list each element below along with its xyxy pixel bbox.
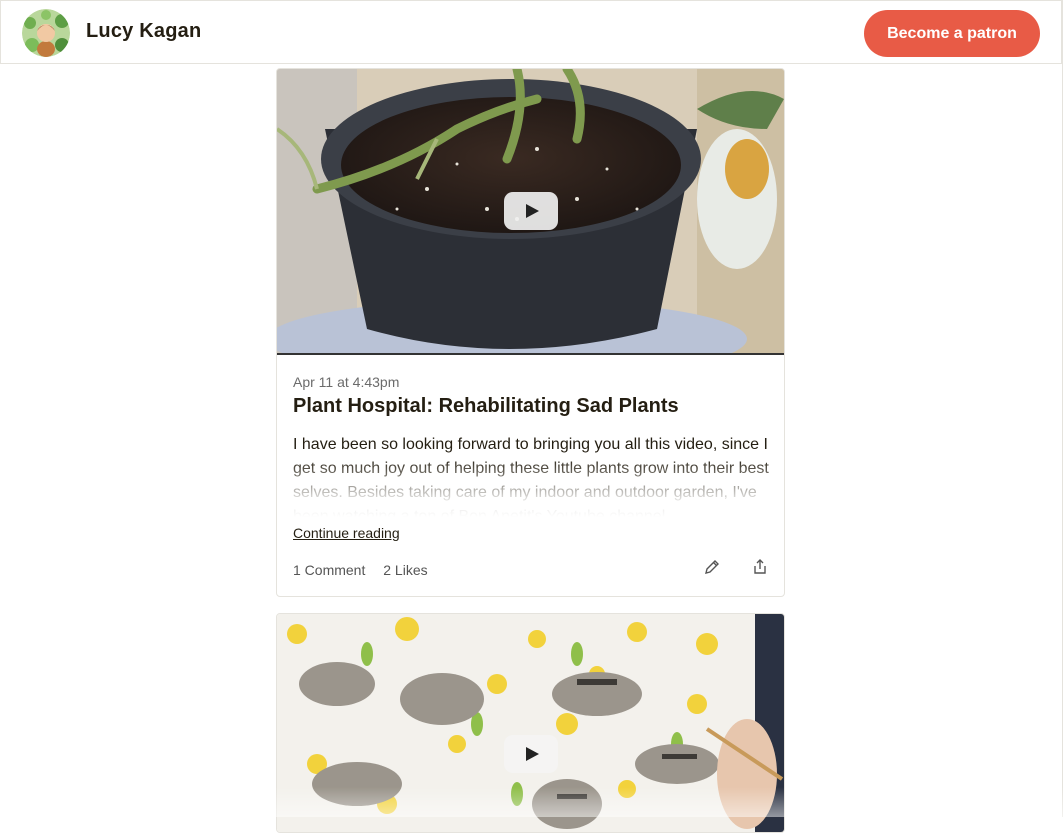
comments-count-link[interactable]: 1 Comment: [293, 562, 365, 578]
creator-avatar[interactable]: [22, 9, 70, 57]
post-video-thumbnail[interactable]: [277, 69, 784, 355]
post-excerpt: I have been so looking forward to bringi…: [293, 433, 771, 517]
post-title[interactable]: Plant Hospital: Rehabilitating Sad Plant…: [293, 395, 679, 418]
post-card: Apr 11 at 4:43pm Plant Hospital: Rehabil…: [276, 68, 785, 597]
play-icon[interactable]: [504, 735, 558, 773]
creator-name[interactable]: Lucy Kagan: [86, 20, 201, 43]
share-icon[interactable]: [751, 558, 769, 576]
likes-count-link[interactable]: 2 Likes: [383, 562, 427, 578]
post-stats: 1 Comment 2 Likes: [293, 562, 442, 578]
top-navigation-bar: Lucy Kagan Become a patron: [0, 0, 1062, 64]
play-icon[interactable]: [504, 192, 558, 230]
page-right-border: [1062, 0, 1063, 817]
continue-reading-link[interactable]: Continue reading: [293, 525, 400, 541]
pencil-icon[interactable]: [703, 558, 721, 576]
post-timestamp: Apr 11 at 4:43pm: [293, 374, 400, 390]
post-card: [276, 613, 785, 833]
become-a-patron-button[interactable]: Become a patron: [864, 10, 1040, 57]
post-video-thumbnail[interactable]: [277, 614, 784, 832]
